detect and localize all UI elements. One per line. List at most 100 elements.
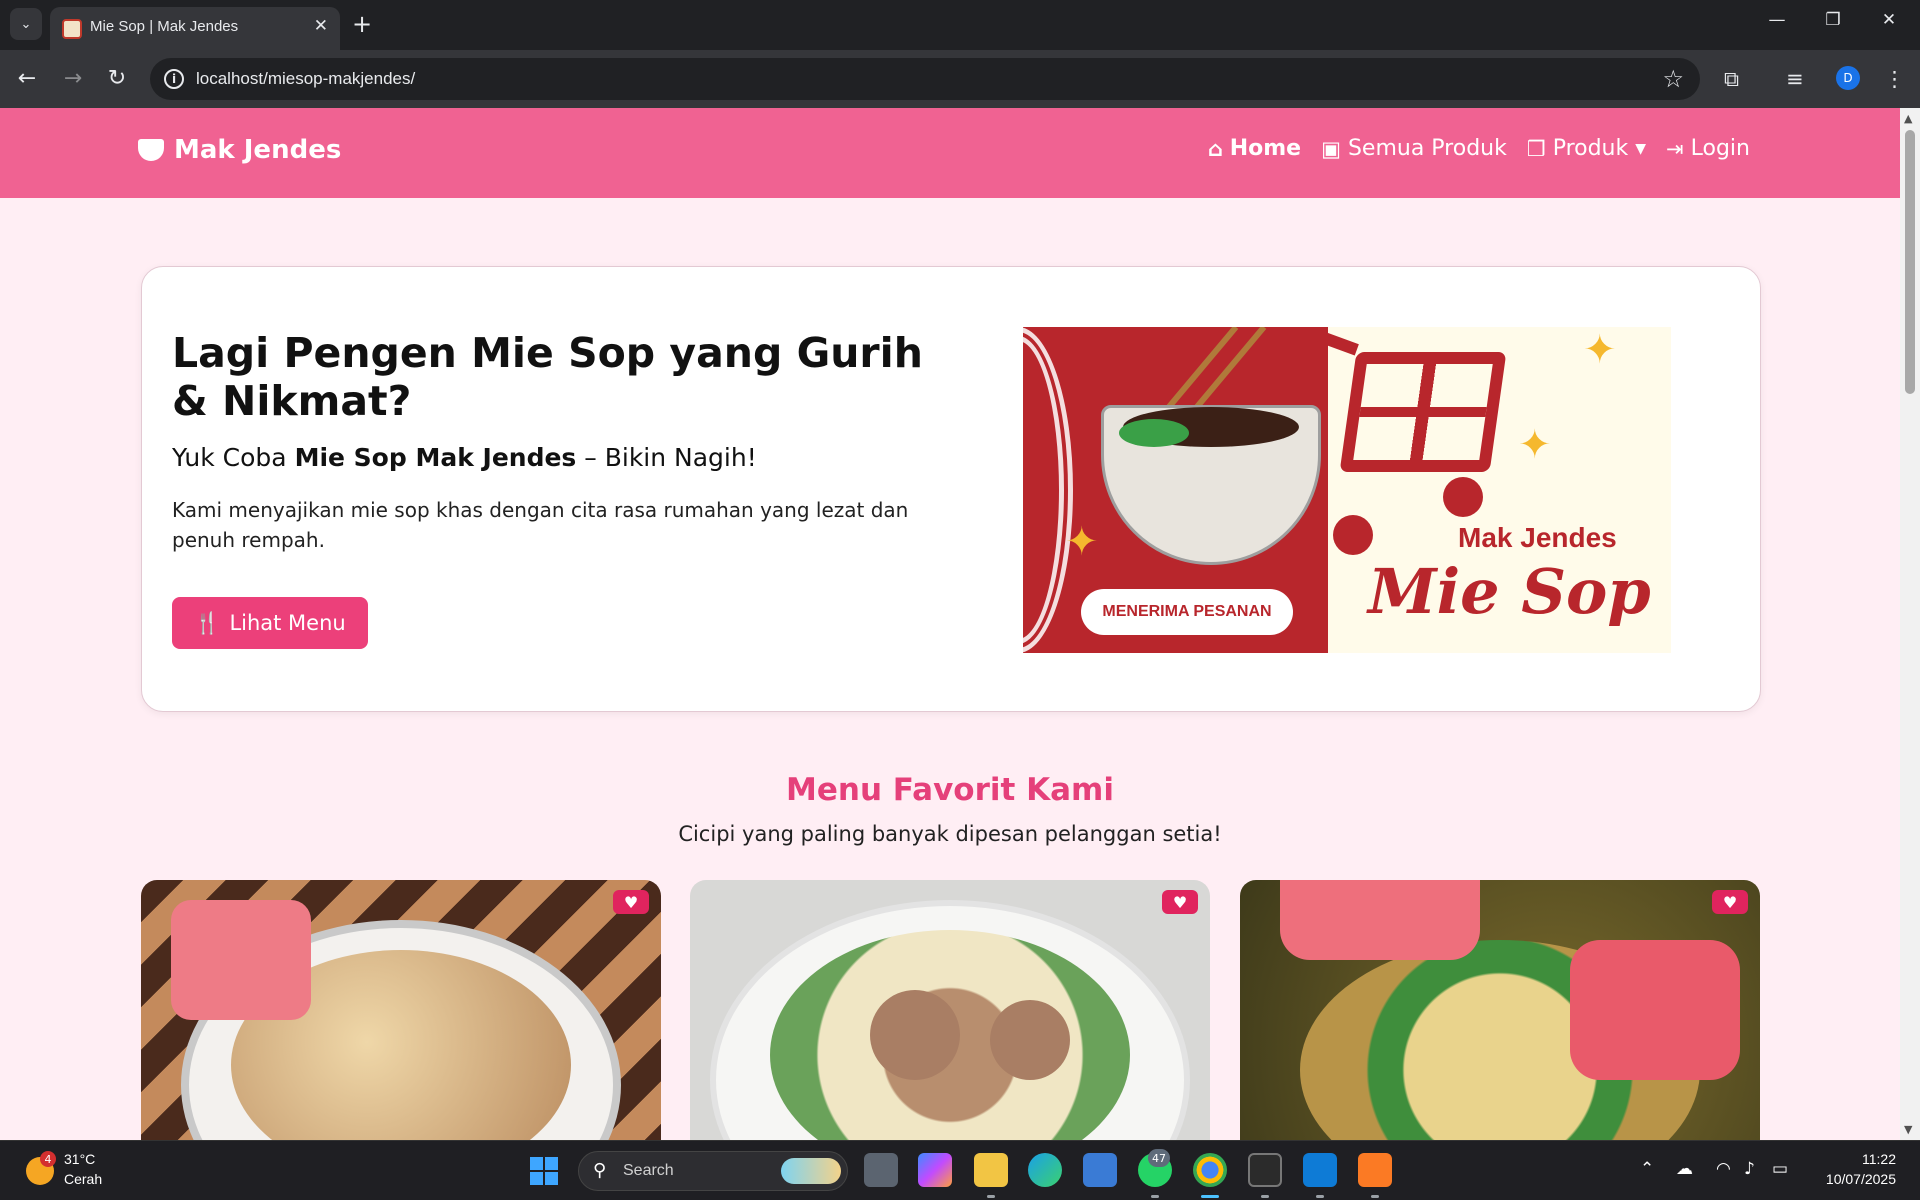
wifi-icon[interactable]: ◠: [1716, 1159, 1731, 1179]
scroll-up-icon[interactable]: ▲: [1904, 112, 1912, 125]
edge-icon[interactable]: [1028, 1153, 1062, 1187]
weather-condition[interactable]: Cerah: [64, 1171, 102, 1187]
greens-shape: [1119, 419, 1189, 447]
windows-taskbar: 4 31°C Cerah ⚲ Search 47 ⌃ ☁ ◠ ♪ ▭ 11:22…: [0, 1140, 1920, 1200]
meatball-shape: [870, 990, 960, 1080]
heart-icon[interactable]: ♥: [613, 890, 649, 914]
extensions-icon[interactable]: ⧉: [1724, 64, 1739, 94]
tab-favicon-icon: [62, 19, 82, 39]
favorite-card[interactable]: ♥: [1240, 880, 1760, 1140]
back-button[interactable]: ←: [12, 64, 42, 94]
kerupuk-shape: [171, 900, 311, 1020]
search-highlight-image: [781, 1158, 841, 1184]
volume-icon[interactable]: ♪: [1744, 1159, 1755, 1179]
taskbar-search[interactable]: ⚲ Search: [578, 1151, 848, 1191]
clock-time[interactable]: 11:22: [1862, 1151, 1896, 1167]
bowl-icon: [138, 139, 164, 161]
minimize-button[interactable]: —: [1762, 10, 1792, 30]
windows-start-icon[interactable]: [530, 1157, 558, 1185]
media-controls-icon[interactable]: ≡: [1786, 64, 1804, 94]
hero-subtitle-pre: Yuk Coba: [172, 443, 295, 472]
search-icon: ⚲: [593, 1160, 607, 1181]
view-menu-button[interactable]: 🍴 Lihat Menu: [172, 597, 368, 649]
restore-button[interactable]: ❐: [1818, 10, 1848, 30]
reload-button[interactable]: ↻: [102, 64, 132, 94]
favorites-title: Menu Favorit Kami: [786, 772, 1114, 808]
copilot-icon[interactable]: [918, 1153, 952, 1187]
hero-title: Lagi Pengen Mie Sop yang Gurih & Nikmat?: [172, 329, 923, 425]
hero-description: Kami menyajikan mie sop khas dengan cita…: [172, 498, 909, 552]
tab-close-icon[interactable]: ✕: [314, 16, 328, 36]
hero-subtitle-post: – Bikin Nagih!: [576, 443, 757, 472]
sparkle-icon: ✦: [1065, 519, 1099, 565]
banner-brand-small: Mak Jendes: [1458, 522, 1617, 553]
file-explorer-icon[interactable]: [974, 1153, 1008, 1187]
page-scrollbar[interactable]: ▲ ▼: [1900, 108, 1920, 1140]
chrome-icon[interactable]: [1193, 1153, 1227, 1187]
bookmark-star-icon[interactable]: ☆: [1662, 65, 1684, 93]
forward-button[interactable]: →: [58, 64, 88, 94]
menu-kebab-icon[interactable]: ⋮: [1884, 64, 1905, 94]
page-viewport: Mak Jendes ⌂ Home ▣ Semua Produk ❒ Produ…: [0, 108, 1900, 1140]
favorite-card[interactable]: ♥: [141, 880, 661, 1140]
nav-all-products[interactable]: ▣ Semua Produk: [1321, 136, 1507, 161]
close-window-button[interactable]: ✕: [1874, 10, 1904, 30]
tray-overflow-icon[interactable]: ⌃: [1640, 1159, 1654, 1179]
app-running-indicator: [987, 1195, 995, 1198]
url-text[interactable]: localhost/miesop-makjendes/: [196, 69, 415, 89]
browser-tab[interactable]: Mie Sop | Mak Jendes ✕: [50, 7, 340, 50]
app-running-indicator: [1316, 1195, 1324, 1198]
whatsapp-badge: 47: [1148, 1149, 1170, 1167]
nav-products-label: Produk: [1552, 136, 1629, 161]
brand-name: Mak Jendes: [174, 135, 342, 165]
weather-badge: 4: [40, 1151, 56, 1167]
favorite-card[interactable]: ♥: [690, 880, 1210, 1140]
boxes-icon: ❒: [1526, 136, 1546, 161]
weather-temp[interactable]: 31°C: [64, 1151, 95, 1167]
nav-login[interactable]: ⇥ Login: [1666, 136, 1750, 161]
app-running-indicator: [1151, 1195, 1159, 1198]
kerupuk-shape: [1280, 880, 1480, 960]
xampp-icon[interactable]: [1358, 1153, 1392, 1187]
banner-brand-big: Mie Sop: [1368, 555, 1651, 628]
favorites-subtitle: Cicipi yang paling banyak dipesan pelang…: [678, 822, 1222, 846]
address-bar[interactable]: i localhost/miesop-makjendes/ ☆: [150, 58, 1700, 100]
clock-date[interactable]: 10/07/2025: [1826, 1171, 1896, 1187]
new-tab-button[interactable]: +: [352, 9, 372, 39]
caret-down-icon: ▼: [1635, 140, 1647, 157]
nav-products-dropdown[interactable]: ❒ Produk ▼: [1527, 136, 1646, 161]
site-navbar: Mak Jendes ⌂ Home ▣ Semua Produk ❒ Produ…: [0, 108, 1900, 198]
home-icon: ⌂: [1207, 136, 1223, 161]
onedrive-icon[interactable]: ☁: [1676, 1159, 1693, 1179]
tab-title: Mie Sop | Mak Jendes: [90, 18, 239, 35]
scroll-down-icon[interactable]: ▼: [1904, 1123, 1912, 1136]
sparkle-icon: ✦: [1518, 422, 1552, 468]
tab-search-button[interactable]: ⌄: [10, 8, 42, 40]
battery-icon[interactable]: ▭: [1772, 1159, 1788, 1179]
hero-subtitle-bold: Mie Sop Mak Jendes: [294, 443, 577, 472]
cart-wheel-shape: [1333, 515, 1373, 555]
kerupuk-shape: [1570, 940, 1740, 1080]
shopping-cart-icon: [1339, 352, 1507, 472]
hero-banner-image: ✦ ✦ ✦ MENERIMA PESANAN Mak Jendes Mie So…: [1023, 327, 1671, 653]
browser-toolbar: ← → ↻ i localhost/miesop-makjendes/ ☆ ⧉ …: [0, 50, 1920, 108]
brand-link[interactable]: Mak Jendes: [138, 135, 341, 165]
store-icon[interactable]: [1083, 1153, 1117, 1187]
order-pill: MENERIMA PESANAN: [1081, 589, 1293, 635]
meatball-shape: [990, 1000, 1070, 1080]
vscode-icon[interactable]: [1303, 1153, 1337, 1187]
site-info-icon[interactable]: i: [164, 69, 184, 89]
utensils-icon: 🍴: [194, 610, 221, 635]
nav-all-products-label: Semua Produk: [1347, 136, 1507, 161]
nav-home[interactable]: ⌂ Home: [1208, 136, 1301, 161]
app-running-indicator: [1261, 1195, 1269, 1198]
task-view-icon[interactable]: [864, 1153, 898, 1187]
scrollbar-thumb[interactable]: [1905, 130, 1915, 394]
terminal-icon[interactable]: [1248, 1153, 1282, 1187]
heart-icon[interactable]: ♥: [1162, 890, 1198, 914]
heart-icon[interactable]: ♥: [1712, 890, 1748, 914]
nav-links: ⌂ Home ▣ Semua Produk ❒ Produk ▼ ⇥ Login: [1208, 136, 1750, 161]
profile-avatar[interactable]: D: [1836, 66, 1860, 90]
sparkle-icon: ✦: [1583, 327, 1617, 373]
app-running-indicator: [1371, 1195, 1379, 1198]
